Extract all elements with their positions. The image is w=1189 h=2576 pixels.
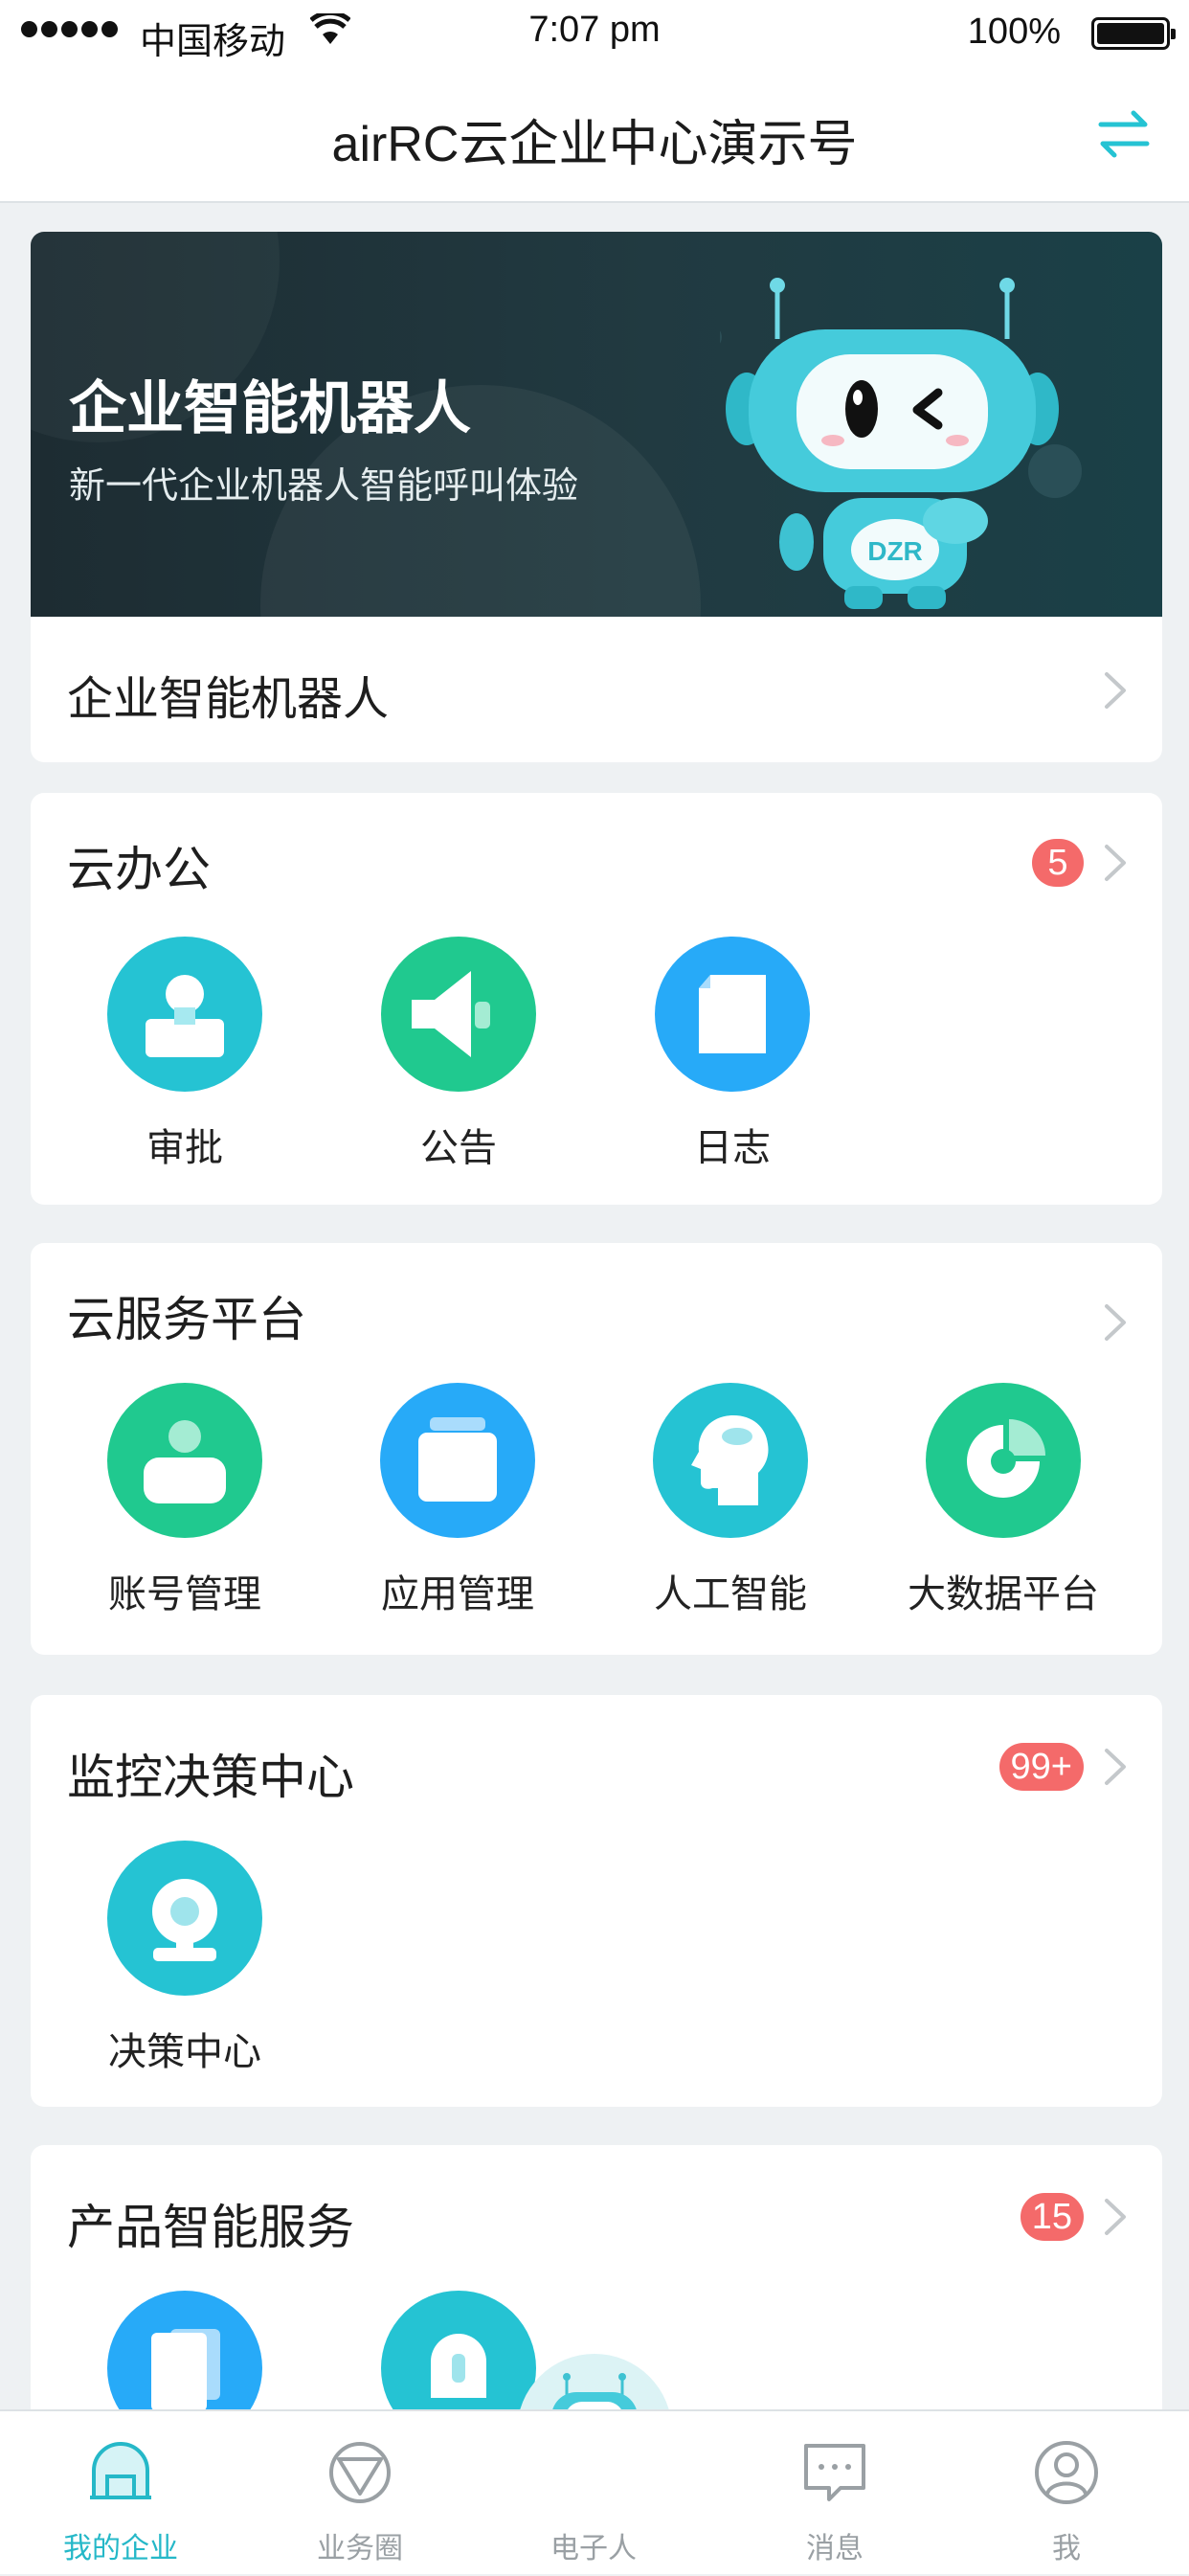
tab-my-enterprise[interactable]: 我的企业 (25, 2411, 216, 2576)
message-icon (804, 2444, 865, 2501)
tab-me[interactable]: 我 (971, 2411, 1162, 2576)
section-title: 云服务平台 (67, 1293, 306, 1346)
robot-banner-card: 企业智能机器人 新一代企业机器人智能呼叫体验 DZR 企业智能机器人 (31, 232, 1162, 762)
document-icon (151, 2329, 220, 2411)
chevron-right-icon[interactable] (1103, 1747, 1128, 1787)
robot-link-label: 企业智能机器人 (67, 674, 390, 725)
tab-bar: 我的企业 业务圈 电子人 消息 我 (0, 2409, 1189, 2574)
app-application-management[interactable]: 应用管理 (362, 1383, 553, 1618)
profile-icon (1035, 2441, 1098, 2504)
navigation-bar: airRC云企业中心演示号 (0, 67, 1189, 203)
tab-label: 消息 (806, 2533, 864, 2565)
apps-icon (418, 1417, 497, 1502)
chevron-right-icon (1105, 672, 1126, 709)
robot-banner[interactable]: 企业智能机器人 新一代企业机器人智能呼叫体验 DZR (31, 232, 1162, 617)
app-label: 账号管理 (108, 1573, 261, 1616)
app-decision-center[interactable]: 决策中心 (89, 1841, 280, 2076)
ai-head-icon (691, 1415, 769, 1505)
app-account-management[interactable]: 账号管理 (89, 1383, 280, 1618)
business-circle-icon (329, 2442, 391, 2503)
app-product-document[interactable] (89, 2291, 280, 2423)
tab-business-circle[interactable]: 业务圈 (264, 2411, 456, 2576)
app-approval[interactable]: 审批 (89, 937, 280, 1172)
notification-badge: 15 (1020, 2193, 1084, 2241)
tab-label: 业务圈 (317, 2533, 403, 2565)
app-log[interactable]: 日志 (637, 937, 828, 1172)
robot-link-row[interactable]: 企业智能机器人 (31, 617, 1162, 762)
pie-chart-icon (967, 1419, 1045, 1498)
approval-icon (146, 975, 224, 1057)
swap-arrows-icon[interactable] (1093, 103, 1155, 165)
chevron-right-icon[interactable] (1103, 2197, 1128, 2237)
notification-badge: 99+ (998, 1743, 1084, 1791)
announcement-icon (412, 971, 490, 1057)
tab-robot[interactable]: 电子人 (498, 2411, 689, 2576)
account-icon (144, 1420, 226, 1503)
enterprise-icon (90, 2442, 151, 2499)
section-title: 产品智能服务 (67, 2201, 354, 2254)
app-label: 日志 (694, 1127, 771, 1169)
app-big-data-platform[interactable]: 大数据平台 (908, 1383, 1099, 1618)
tab-messages[interactable]: 消息 (739, 2411, 931, 2576)
banner-title: 企业智能机器人 (69, 376, 471, 441)
status-bar: 中国移动 7:07 pm 100% (0, 0, 1189, 67)
monitoring-decision-card: 监控决策中心 99+ 决策中心 (31, 1695, 1162, 2107)
section-title: 云办公 (67, 843, 211, 896)
alarm-light-icon (431, 2334, 486, 2398)
battery-percent: 100% (967, 11, 1061, 52)
cloud-service-card: 云服务平台 账号管理 应用管理 人工智能 大数据平台 (31, 1243, 1162, 1655)
page-title: airRC云企业中心演示号 (331, 117, 858, 172)
camera-icon (152, 1879, 217, 1961)
chevron-right-icon[interactable] (1103, 1302, 1128, 1343)
notification-badge: 5 (1032, 839, 1084, 887)
svg-text:DZR: DZR (867, 536, 923, 566)
app-label: 大数据平台 (908, 1573, 1099, 1616)
app-label: 应用管理 (381, 1573, 534, 1616)
section-title: 监控决策中心 (67, 1751, 354, 1804)
cloud-office-card: 云办公 5 审批 公告 日志 (31, 793, 1162, 1205)
app-label: 决策中心 (108, 2031, 261, 2073)
chevron-right-icon[interactable] (1103, 843, 1128, 883)
app-announcement[interactable]: 公告 (363, 937, 554, 1172)
banner-subtitle: 新一代企业机器人智能呼叫体验 (69, 466, 579, 507)
app-label: 审批 (146, 1127, 223, 1169)
app-artificial-intelligence[interactable]: 人工智能 (635, 1383, 826, 1618)
battery-icon (1091, 17, 1176, 50)
app-label: 人工智能 (654, 1573, 807, 1616)
robot-mascot-icon: DZR (720, 278, 1082, 609)
app-label: 公告 (420, 1127, 497, 1169)
tab-label: 我的企业 (63, 2533, 178, 2565)
tab-label: 电子人 (550, 2533, 637, 2565)
log-icon (699, 975, 766, 1053)
tab-label: 我 (1052, 2533, 1081, 2565)
